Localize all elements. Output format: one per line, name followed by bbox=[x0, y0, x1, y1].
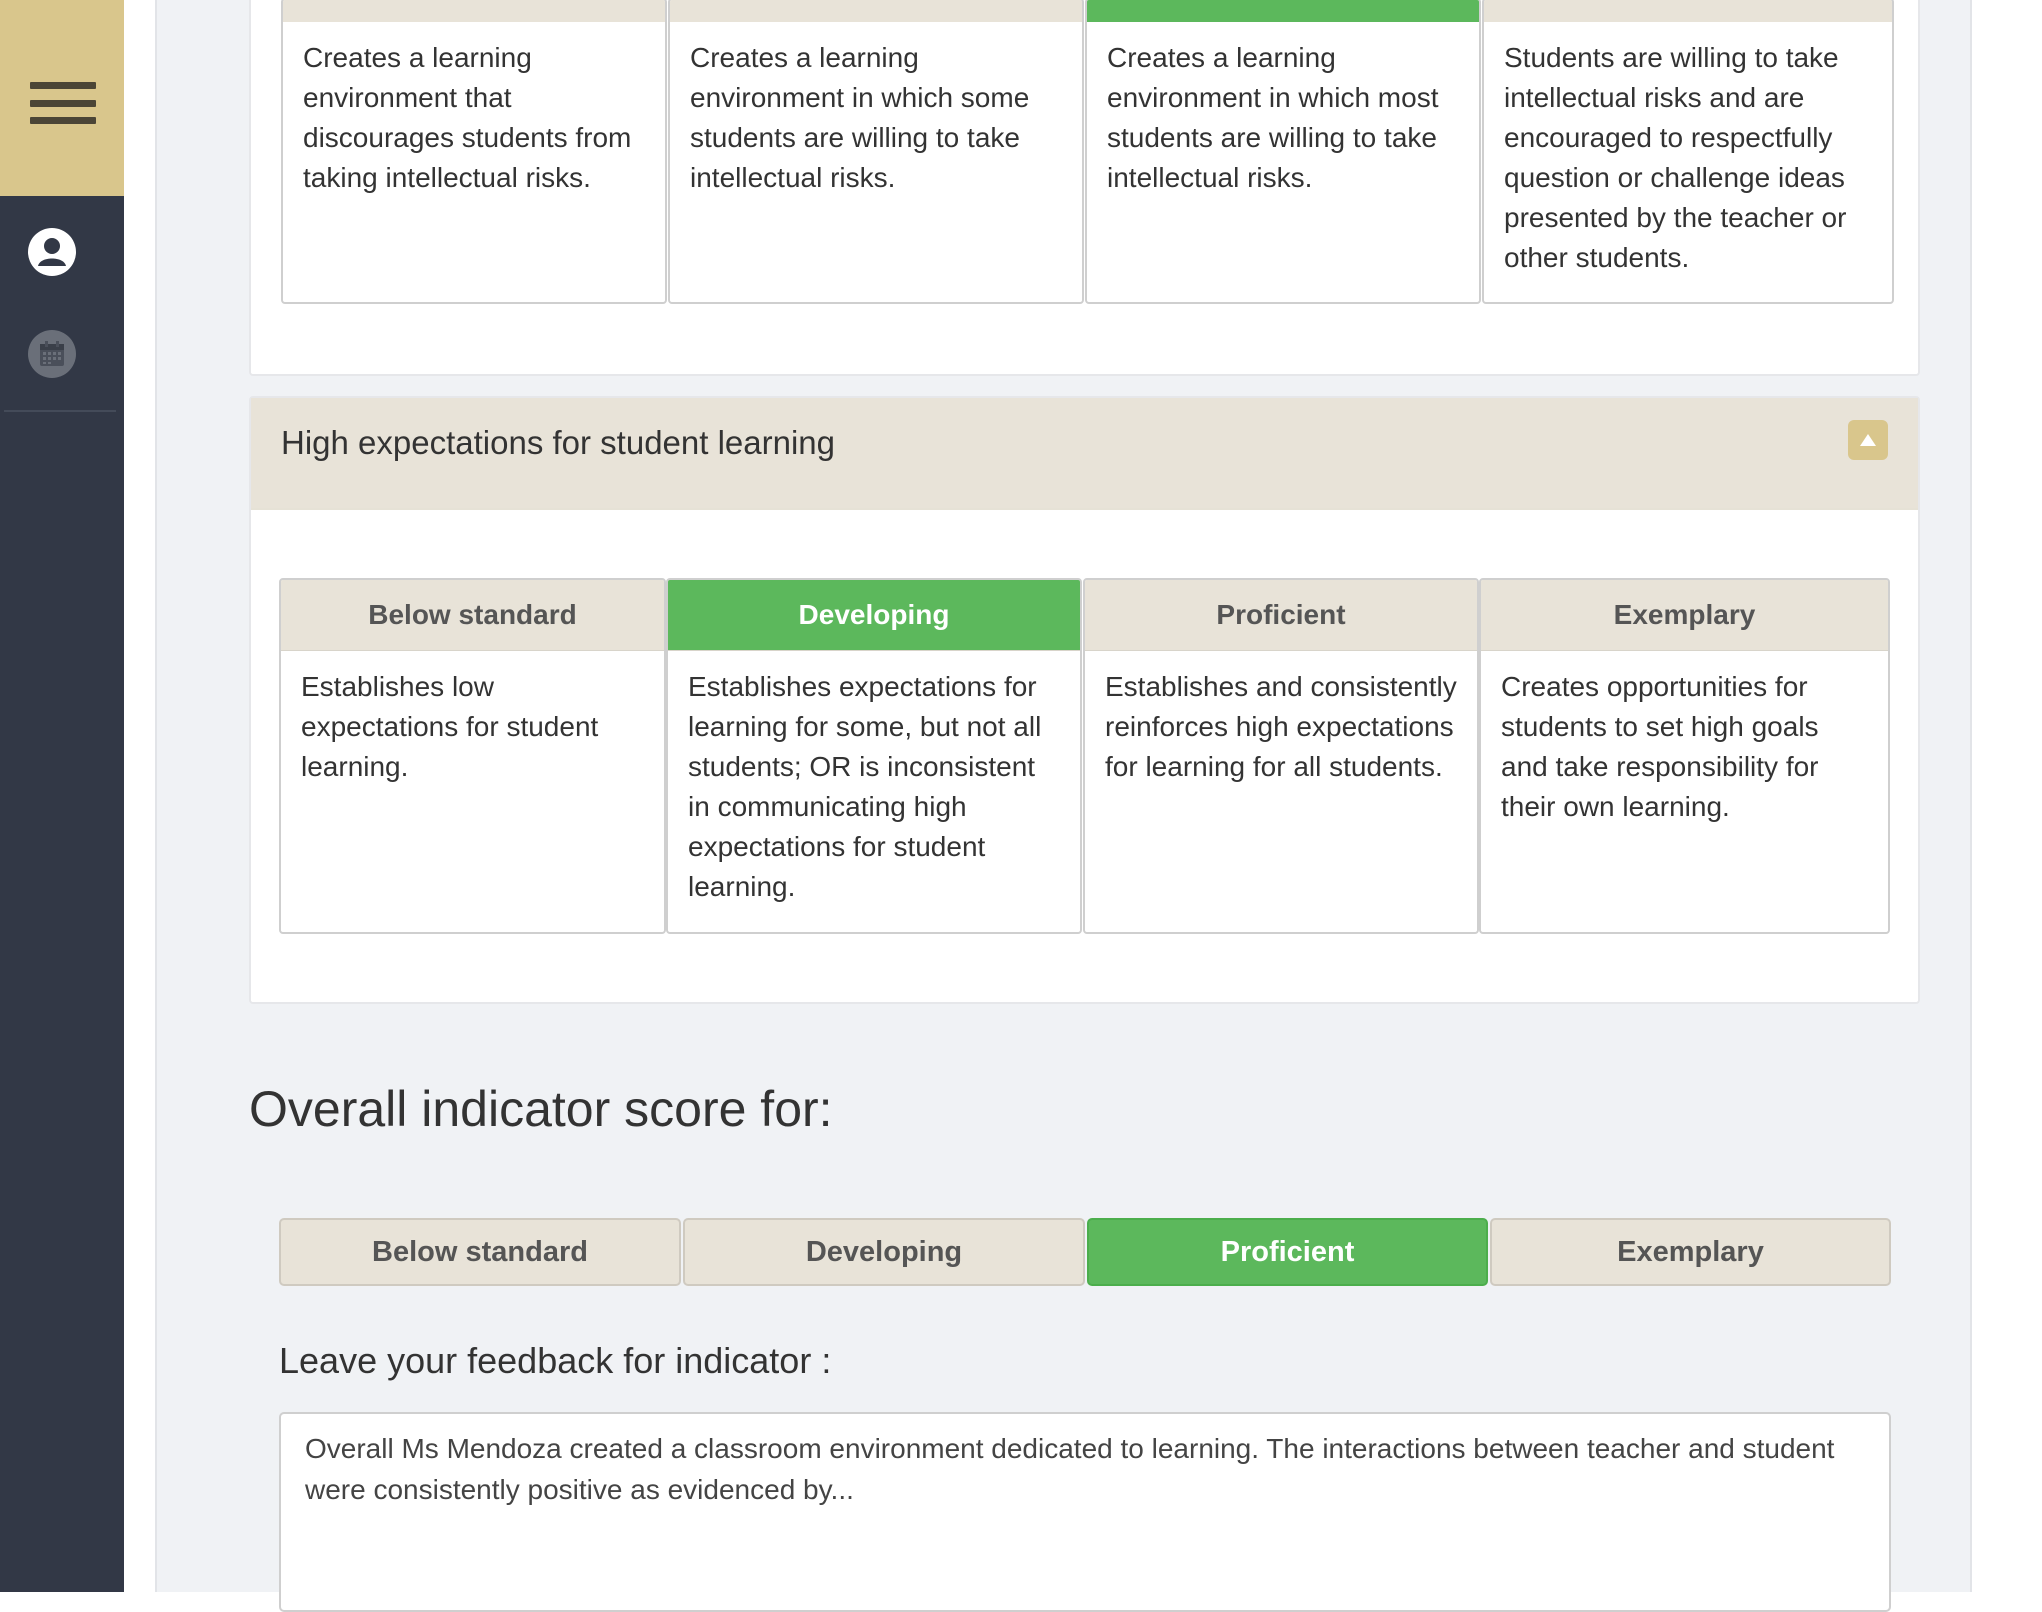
overall-score-heading: Overall indicator score for: bbox=[249, 1081, 833, 1137]
collapse-button[interactable] bbox=[1848, 420, 1888, 460]
rubric-card-proficient[interactable]: Creates a learning environment in which … bbox=[1085, 0, 1481, 304]
rubric-card-header bbox=[1087, 0, 1479, 22]
menu-toggle[interactable] bbox=[0, 0, 124, 196]
rubric-card-label: Proficient bbox=[1085, 580, 1477, 651]
feedback-label: Leave your feedback for indicator : bbox=[279, 1340, 832, 1381]
rubric-card-text: Establishes expectations for learning fo… bbox=[688, 671, 1042, 902]
feedback-textarea[interactable]: Overall Ms Mendoza created a classroom e… bbox=[279, 1412, 1891, 1612]
score-button-developing[interactable]: Developing bbox=[683, 1218, 1085, 1286]
score-button-exemplary[interactable]: Exemplary bbox=[1490, 1218, 1891, 1286]
rubric-card-exemplary[interactable]: Students are willing to take intellectua… bbox=[1482, 0, 1894, 304]
rubric-card-text: Creates opportunities for students to se… bbox=[1501, 671, 1819, 822]
previous-indicator-panel: Creates a learning environment that disc… bbox=[249, 0, 1920, 376]
rubric-card-text: Establishes low expectations for student… bbox=[301, 671, 599, 782]
rubric-card-text: Establishes and consistently reinforces … bbox=[1105, 671, 1457, 782]
calendar-icon[interactable] bbox=[28, 330, 76, 378]
rubric-card-header bbox=[1484, 0, 1892, 22]
rubric-card-developing[interactable]: Developing Establishes expectations for … bbox=[666, 578, 1082, 934]
rubric-card-below-standard[interactable]: Below standard Establishes low expectati… bbox=[279, 578, 666, 934]
rubric-card-below-standard[interactable]: Creates a learning environment that disc… bbox=[281, 0, 667, 304]
rubric-card-header bbox=[283, 0, 665, 22]
score-button-below-standard[interactable]: Below standard bbox=[279, 1218, 681, 1286]
user-icon[interactable] bbox=[28, 228, 76, 276]
hamburger-menu-icon[interactable] bbox=[30, 82, 96, 124]
rubric-card-header bbox=[670, 0, 1082, 22]
triangle-up-icon bbox=[1860, 434, 1876, 446]
sidebar bbox=[0, 0, 124, 1592]
score-button-proficient[interactable]: Proficient bbox=[1087, 1218, 1488, 1286]
rubric-card-text: Creates a learning environment that disc… bbox=[303, 42, 632, 193]
rubric-card-exemplary[interactable]: Exemplary Creates opportunities for stud… bbox=[1479, 578, 1890, 934]
sidebar-divider bbox=[4, 410, 116, 412]
rubric-card-label: Developing bbox=[668, 580, 1080, 651]
panel-title: High expectations for student learning bbox=[281, 424, 836, 461]
rubric-card-text: Students are willing to take intellectua… bbox=[1504, 42, 1847, 273]
rubric-card-text: Creates a learning environment in which … bbox=[690, 42, 1030, 193]
rubric-card-label: Exemplary bbox=[1481, 580, 1888, 651]
rubric-card-text: Creates a learning environment in which … bbox=[1107, 42, 1439, 193]
rubric-card-label: Below standard bbox=[281, 580, 664, 651]
panel-header[interactable]: High expectations for student learning bbox=[251, 398, 1918, 510]
rubric-card-proficient[interactable]: Proficient Establishes and consistently … bbox=[1083, 578, 1479, 934]
rubric-card-developing[interactable]: Creates a learning environment in which … bbox=[668, 0, 1084, 304]
